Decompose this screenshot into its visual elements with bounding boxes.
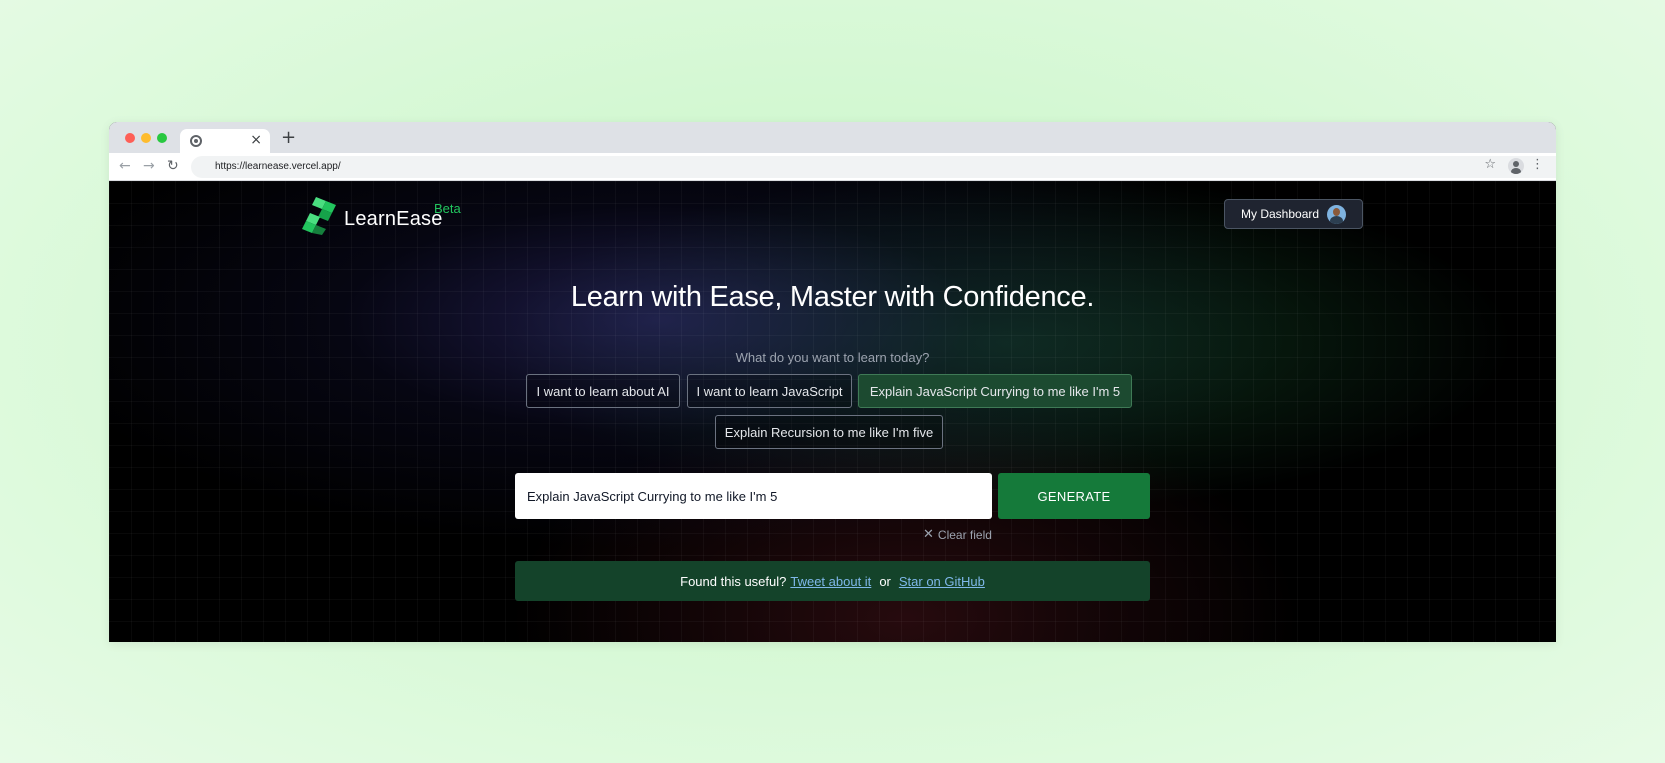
tab-bar: × + — [109, 122, 1556, 153]
github-star-link[interactable]: Star on GitHub — [899, 574, 985, 589]
beta-label: Beta — [434, 201, 461, 216]
logo[interactable]: LearnEase Beta — [302, 195, 482, 235]
reload-icon[interactable]: ↻ — [167, 158, 179, 174]
logo-text: LearnEase — [344, 208, 443, 230]
profile-icon[interactable] — [1508, 158, 1524, 174]
minimize-window-button[interactable] — [141, 133, 151, 143]
avatar — [1327, 205, 1346, 224]
suggestion-chip-currying[interactable]: Explain JavaScript Currying to me like I… — [858, 374, 1132, 408]
logo-cubes-icon — [302, 197, 336, 235]
bookmark-star-icon[interactable]: ☆ — [1484, 157, 1496, 172]
my-dashboard-label: My Dashboard — [1241, 207, 1320, 221]
forward-arrow-icon[interactable]: → — [143, 158, 155, 174]
generate-button[interactable]: GENERATE — [998, 473, 1150, 519]
suggestion-chip-ai[interactable]: I want to learn about AI — [526, 374, 680, 408]
clear-field-button[interactable]: ✕ Clear field — [923, 527, 992, 542]
page-content: LearnEase Beta My Dashboard Learn with E… — [109, 181, 1556, 642]
address-bar[interactable]: https://learnease.vercel.app/ — [191, 156, 1556, 178]
menu-kebab-icon[interactable]: ⋮ — [1531, 157, 1544, 172]
banner-or-text: or — [879, 573, 891, 589]
tweet-link[interactable]: Tweet about it — [790, 574, 871, 589]
suggestion-chip-javascript[interactable]: I want to learn JavaScript — [687, 374, 852, 408]
back-arrow-icon[interactable]: ← — [119, 158, 131, 174]
share-banner: Found this useful? Tweet about it or Sta… — [515, 561, 1150, 601]
close-icon: ✕ — [923, 527, 934, 542]
chrome-favicon-icon — [190, 135, 202, 147]
my-dashboard-button[interactable]: My Dashboard — [1224, 199, 1363, 229]
new-tab-icon[interactable]: + — [281, 127, 296, 148]
learn-prompt: What do you want to learn today? — [735, 350, 930, 365]
browser-window: × + ← → ↻ https://learnease.vercel.app/ … — [109, 122, 1556, 642]
suggestion-chip-recursion[interactable]: Explain Recursion to me like I'm five — [715, 415, 943, 449]
maximize-window-button[interactable] — [157, 133, 167, 143]
topic-input[interactable]: Explain JavaScript Currying to me like I… — [515, 473, 992, 519]
browser-toolbar: ← → ↻ https://learnease.vercel.app/ ☆ ⋮ — [109, 153, 1556, 181]
browser-tab[interactable]: × — [180, 129, 270, 153]
clear-field-label: Clear field — [937, 527, 992, 542]
tab-close-icon[interactable]: × — [250, 132, 262, 148]
page-title: Learn with Ease, Master with Confidence. — [570, 281, 1095, 313]
close-window-button[interactable] — [125, 133, 135, 143]
banner-lead-text: Found this useful? — [680, 573, 787, 589]
